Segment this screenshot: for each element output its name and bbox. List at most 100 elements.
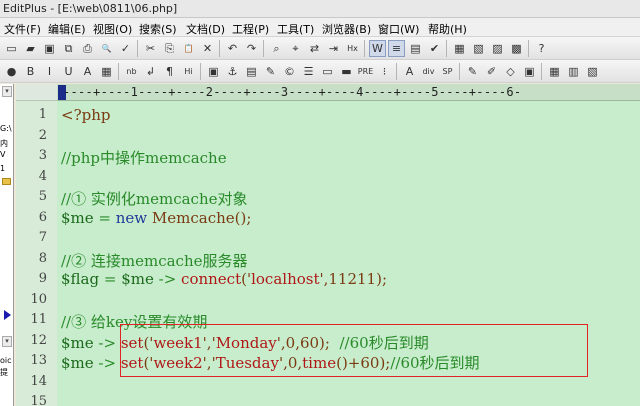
code-token: $me	[61, 333, 94, 352]
bold-icon[interactable]: B	[22, 63, 39, 80]
redo-icon[interactable]: ↷	[243, 40, 260, 57]
line-number: 11	[30, 312, 47, 327]
delete-icon[interactable]: ✕	[199, 40, 216, 57]
toolbar-separator	[459, 63, 460, 80]
paragraph-icon[interactable]: ¶	[161, 63, 178, 80]
menu-item-7[interactable]: 浏览器(B)	[322, 21, 371, 37]
color-icon[interactable]: ▦	[98, 63, 115, 80]
line-number: 5	[38, 189, 47, 204]
find-next-icon[interactable]: ⌖	[287, 40, 304, 57]
code-line[interactable]: //php中操作memcache	[61, 147, 227, 168]
cut-icon[interactable]: ✂	[142, 40, 159, 57]
line-number: 14	[30, 373, 47, 389]
directory-fragment: 内	[0, 139, 8, 148]
line-number-gutter: 1 2 3 4 5 6 7 8 9 10 11 12 13 14 15	[16, 84, 57, 406]
italic-icon[interactable]: I	[41, 63, 58, 80]
heading-icon[interactable]: Hi	[180, 63, 197, 80]
menu-item-8[interactable]: 窗口(W)	[378, 21, 419, 37]
frame-icon[interactable]: ▣	[521, 63, 538, 80]
menu-item-4[interactable]: 文档(D)	[186, 21, 225, 37]
save-all-icon[interactable]: ⧉	[60, 40, 77, 57]
layout-icon[interactable]: ▦	[451, 40, 468, 57]
word-wrap-icon[interactable]: W	[369, 40, 386, 57]
output-icon[interactable]: ▩	[508, 40, 525, 57]
div-icon[interactable]: div	[420, 63, 437, 80]
form-icon[interactable]: ▭	[319, 63, 336, 80]
brush-icon[interactable]: ✐	[483, 63, 500, 80]
anchor-icon[interactable]: ⚓	[224, 63, 241, 80]
toolbar-separator	[446, 40, 447, 57]
underline-icon[interactable]: U	[60, 63, 77, 80]
print-preview-icon[interactable]: 🔍	[98, 40, 115, 57]
menu-item-5[interactable]: 工程(P)	[232, 21, 269, 37]
grid-icon[interactable]: ▦	[546, 63, 563, 80]
toolbar-separator	[137, 40, 138, 57]
menu-item-6[interactable]: 工具(T)	[277, 21, 314, 37]
paste-icon[interactable]: 📋	[180, 40, 197, 57]
check-icon[interactable]: ✔	[426, 40, 443, 57]
menu-item-1[interactable]: 编辑(E)	[48, 21, 86, 37]
font-size-icon[interactable]: A	[401, 63, 418, 80]
ruler-icon[interactable]: ▤	[407, 40, 424, 57]
directory-panel[interactable]: ▾ G:\ 内 V 1 oic 提 ▾	[0, 84, 14, 406]
goto-icon[interactable]: ⇥	[325, 40, 342, 57]
replace-icon[interactable]: ⇄	[306, 40, 323, 57]
preview-icon[interactable]: ▥	[565, 63, 582, 80]
indent-icon[interactable]: ⁝	[376, 63, 393, 80]
dirs-icon[interactable]: ▨	[489, 40, 506, 57]
menu-item-2[interactable]: 视图(O)	[93, 21, 132, 37]
menu-item-0[interactable]: 文件(F)	[4, 21, 41, 37]
code-token: //② 连接memcache服务器	[61, 251, 248, 270]
code-line[interactable]: <?php	[61, 106, 110, 124]
column-ruler: ----+----1----+----2----+----3----+----4…	[57, 84, 640, 101]
code-line[interactable]: $me = new Memcache();	[61, 209, 251, 227]
menu-item-9[interactable]: 帮助(H)	[428, 21, 467, 37]
browser-icon[interactable]: ▧	[584, 63, 601, 80]
directory-fragment: 1	[0, 164, 6, 173]
find-icon[interactable]: ⌕	[268, 40, 285, 57]
format-icon[interactable]: ●	[3, 63, 20, 80]
code-token: new	[115, 208, 148, 227]
filter-dropdown-icon[interactable]: ▾	[2, 336, 12, 347]
image-icon[interactable]: ▣	[205, 63, 222, 80]
spellcheck-icon[interactable]: ✓	[117, 40, 134, 57]
comment-icon[interactable]: ©	[281, 63, 298, 80]
menu-item-3[interactable]: 搜索(S)	[139, 21, 177, 37]
new-icon[interactable]: ▭	[3, 40, 20, 57]
sp-icon[interactable]: SP	[439, 63, 456, 80]
line-number: 4	[38, 168, 47, 184]
code-line[interactable]: $flag = $me -> connect('localhost',11211…	[61, 270, 387, 288]
help-icon[interactable]: ?	[533, 40, 550, 57]
list-icon[interactable]: ☰	[300, 63, 317, 80]
font-icon[interactable]: A	[79, 63, 96, 80]
directory-fragment: 提	[0, 368, 8, 377]
hex-icon[interactable]: Hx	[344, 40, 361, 57]
bookmark-marker-icon	[4, 310, 11, 320]
toolbar-separator	[219, 40, 220, 57]
pre-icon[interactable]: PRE	[357, 63, 374, 80]
table-icon[interactable]: ▤	[243, 63, 260, 80]
code-line[interactable]: //① 实例化memcache对象	[61, 188, 247, 209]
undo-icon[interactable]: ↶	[224, 40, 241, 57]
folder-icon[interactable]	[2, 178, 11, 185]
hr-icon[interactable]: ▬	[338, 63, 355, 80]
drive-dropdown-icon[interactable]: ▾	[2, 86, 12, 97]
tag-icon[interactable]: ◇	[502, 63, 519, 80]
code-token: //php中操作memcache	[61, 149, 227, 167]
toolbar-separator	[528, 40, 529, 57]
line-number: 2	[38, 127, 47, 143]
line-number: 1	[38, 107, 47, 122]
nbsp-icon[interactable]: nb	[123, 63, 140, 80]
cliptext-icon[interactable]: ▧	[470, 40, 487, 57]
copy-icon[interactable]: ⎘	[161, 40, 178, 57]
code-line[interactable]: //② 连接memcache服务器	[61, 250, 247, 271]
toolbar-separator	[541, 63, 542, 80]
edit-icon[interactable]: ✎	[262, 63, 279, 80]
save-icon[interactable]: ▣	[41, 40, 58, 57]
linebreak-icon[interactable]: ↲	[142, 63, 159, 80]
code-token: Memcache();	[147, 208, 252, 227]
print-icon[interactable]: ⎙	[79, 40, 96, 57]
line-number-icon[interactable]: ≡	[388, 40, 405, 57]
open-icon[interactable]: ▰	[22, 40, 39, 57]
pen-icon[interactable]: ✎	[464, 63, 481, 80]
